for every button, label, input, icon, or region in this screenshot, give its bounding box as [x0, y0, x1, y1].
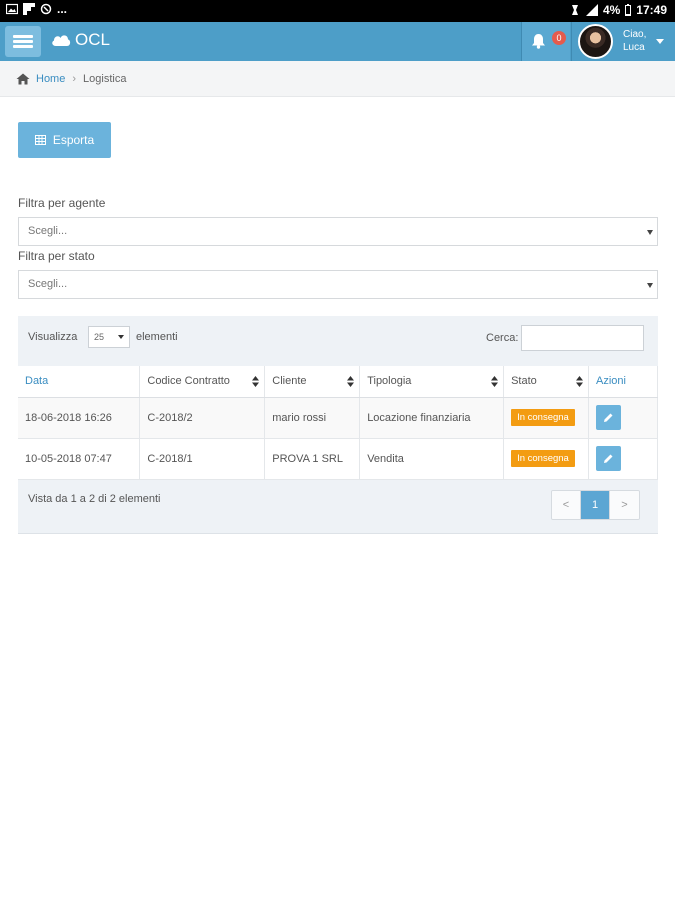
chevron-down-icon [656, 39, 664, 44]
sort-icon [347, 376, 355, 387]
brand-logo[interactable]: OCL [51, 30, 110, 50]
cell-client: PROVA 1 SRL [264, 438, 361, 480]
column-header-codice-contratto[interactable]: Codice Contratto [139, 366, 266, 398]
status-badge: In consegna [511, 450, 575, 467]
cell-type: Locazione finanziaria [359, 397, 505, 439]
status-bar-more: ... [57, 2, 68, 16]
cell-date: 10-05-2018 07:47 [18, 438, 141, 480]
grid-icon [34, 135, 46, 145]
agent-filter-value: Scegli... [28, 225, 68, 237]
cell-status: In consegna [503, 438, 590, 480]
signal-icon [585, 4, 598, 16]
column-header-data[interactable]: Data [18, 366, 141, 398]
state-filter-value: Scegli... [28, 278, 68, 290]
sort-icon [576, 376, 584, 387]
cell-code: C-2018/2 [139, 397, 266, 439]
breadcrumb-home-link[interactable]: Home [36, 73, 65, 85]
user-greeting: Ciao, Luca [623, 28, 646, 54]
image-icon [6, 3, 18, 15]
length-label: Visualizza [28, 331, 78, 343]
pagination-page[interactable]: 1 [581, 491, 610, 519]
bell-icon [532, 34, 545, 49]
length-select[interactable]: 25 [88, 326, 130, 348]
agent-filter-select[interactable]: Scegli... [18, 217, 658, 246]
user-menu[interactable]: Ciao, Luca [571, 22, 675, 61]
breadcrumb-separator: › [72, 72, 77, 85]
cell-status: In consegna [503, 397, 590, 439]
alarm-icon [571, 5, 578, 15]
pagination-next[interactable]: > [610, 491, 639, 519]
cell-date: 18-06-2018 16:26 [18, 397, 141, 439]
column-header-cliente[interactable]: Cliente [264, 366, 361, 398]
table-header-row: Data Codice Contratto Cliente Tipologia … [18, 366, 658, 398]
battery-percent: 4% [602, 3, 621, 17]
status-badge: In consegna [511, 409, 575, 426]
table-row: 10-05-2018 07:47 C-2018/1 PROVA 1 SRL Ve… [18, 438, 658, 480]
status-bar-right: 4% 17:49 [569, 3, 667, 17]
sort-icon [491, 376, 499, 387]
table-info: Vista da 1 a 2 di 2 elementi [28, 493, 161, 505]
column-header-stato[interactable]: Stato [503, 366, 590, 398]
menu-button[interactable] [5, 26, 41, 57]
agent-filter-label: Filtra per agente [18, 196, 106, 210]
app-header: OCL 0 Ciao, Luca [0, 22, 675, 61]
cloud-icon [52, 35, 71, 46]
edit-button[interactable] [596, 446, 622, 471]
menu-icon [13, 35, 33, 38]
chevron-down-icon [647, 283, 653, 288]
contracts-table: Data Codice Contratto Cliente Tipologia … [18, 366, 658, 480]
cell-client: mario rossi [264, 397, 361, 439]
brand-name: OCL [75, 30, 110, 49]
battery-icon [625, 4, 632, 16]
length-suffix: elementi [136, 331, 178, 343]
state-filter-label: Filtra per stato [18, 249, 95, 263]
home-icon [16, 73, 30, 84]
notification-badge: 0 [552, 31, 566, 45]
export-label: Esporta [52, 133, 95, 147]
table-row: 18-06-2018 16:26 C-2018/2 mario rossi Lo… [18, 397, 658, 439]
edit-icon [604, 413, 613, 422]
table-panel: Visualizza 25 elementi Cerca: Data Codic… [18, 316, 658, 534]
length-value: 25 [94, 332, 105, 342]
cell-actions [588, 438, 658, 480]
search-label: Cerca: [486, 332, 519, 344]
pagination: < 1 > [551, 490, 640, 520]
flipboard-icon [23, 3, 35, 15]
export-button[interactable]: Esporta [18, 122, 111, 158]
android-status-bar: ... 4% 17:49 [0, 0, 675, 22]
edit-icon [604, 454, 613, 463]
edit-button[interactable] [596, 405, 622, 430]
greeting-text: Ciao, [623, 29, 647, 40]
cell-code: C-2018/1 [139, 438, 266, 480]
search-input[interactable] [521, 325, 644, 351]
cell-actions [588, 397, 658, 439]
column-header-azioni: Azioni [588, 366, 658, 398]
pagination-prev[interactable]: < [552, 491, 581, 519]
sync-icon [40, 3, 52, 15]
column-header-tipologia[interactable]: Tipologia [359, 366, 505, 398]
sort-icon [252, 376, 260, 387]
user-name: Luca [623, 42, 645, 53]
breadcrumb: Home › Logistica [0, 61, 675, 97]
avatar [578, 24, 613, 59]
cell-type: Vendita [359, 438, 505, 480]
clock: 17:49 [636, 3, 667, 17]
notifications-button[interactable]: 0 [521, 22, 570, 61]
chevron-down-icon [647, 230, 653, 235]
state-filter-select[interactable]: Scegli... [18, 270, 658, 299]
chevron-down-icon [118, 335, 124, 339]
status-bar-left: ... [6, 3, 67, 15]
breadcrumb-current: Logistica [83, 72, 127, 85]
